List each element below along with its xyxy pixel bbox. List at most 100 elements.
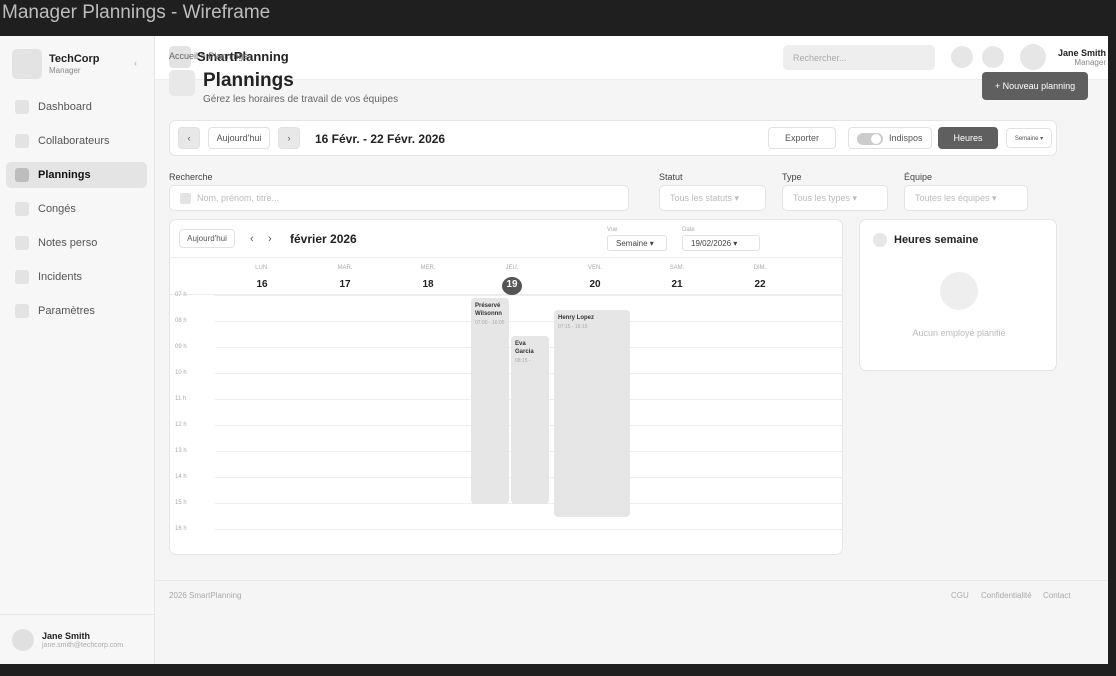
calendar-today-button[interactable]: Aujourd'hui bbox=[179, 229, 235, 248]
hour-label: 13 h bbox=[175, 448, 187, 454]
dashboard-icon bbox=[15, 100, 29, 114]
sidebar-item-label: Paramètres bbox=[38, 305, 95, 317]
calendar-view-select[interactable]: Semaine ▾ bbox=[607, 235, 667, 251]
window-title: Manager Plannings - Wireframe bbox=[0, 0, 1116, 36]
hour-label: 08 h bbox=[175, 318, 187, 324]
indispos-toggle[interactable]: Indispos bbox=[848, 127, 932, 149]
vacation-icon bbox=[15, 202, 29, 216]
sidebar-item-collaborateurs[interactable]: Collaborateurs bbox=[6, 128, 147, 154]
type-label: Type bbox=[782, 172, 802, 182]
empty-state-icon bbox=[940, 272, 978, 310]
sidebar-item-parametres[interactable]: Paramètres bbox=[6, 298, 147, 324]
view-select[interactable]: Semaine ▾ bbox=[1006, 128, 1052, 148]
collapse-sidebar-icon[interactable]: ‹ bbox=[134, 58, 137, 68]
hour-label: 11 h bbox=[175, 396, 187, 402]
calendar: Aujourd'hui ‹ › février 2026 Vue Semaine… bbox=[169, 219, 843, 555]
hours-empty-message: Aucun employé planifié bbox=[912, 328, 1006, 338]
search-input[interactable]: Rechercher... bbox=[783, 45, 935, 70]
hour-label: 16 h bbox=[175, 526, 187, 532]
page-subtitle: Gérez les horaires de travail de vos équ… bbox=[203, 94, 399, 105]
weekly-hours-panel: Heures semaine Aucun employé planifié bbox=[859, 219, 1057, 371]
today-button[interactable]: Aujourd'hui bbox=[208, 127, 270, 149]
day-number[interactable]: 20 bbox=[575, 279, 615, 290]
new-planning-button[interactable]: + Nouveau planning bbox=[982, 72, 1088, 100]
date-label: Date bbox=[682, 227, 695, 233]
day-name: SAM. bbox=[669, 265, 685, 271]
prev-week-button[interactable]: ‹ bbox=[178, 127, 200, 149]
sidebar: TechCorp Manager ‹ Dashboard Collaborate… bbox=[0, 36, 155, 664]
sidebar-item-label: Collaborateurs bbox=[38, 135, 110, 147]
hour-row: 15 h bbox=[170, 500, 842, 529]
avatar[interactable] bbox=[1020, 44, 1046, 70]
search-icon bbox=[180, 192, 191, 204]
team-select[interactable]: Toutes les équipes ▾ bbox=[904, 185, 1028, 211]
next-week-button[interactable]: › bbox=[278, 127, 300, 149]
sidebar-item-incidents[interactable]: Incidents bbox=[6, 264, 147, 290]
day-number[interactable]: 17 bbox=[325, 279, 365, 290]
day-number[interactable]: 22 bbox=[740, 279, 780, 290]
footer-link-cgu[interactable]: CGU bbox=[951, 591, 969, 600]
hour-label: 14 h bbox=[175, 474, 187, 480]
topbar-user-name: Jane Smith bbox=[1057, 48, 1106, 58]
calendar-date-select[interactable]: 19/02/2026 ▾ bbox=[682, 235, 760, 251]
incident-icon bbox=[15, 270, 29, 284]
sidebar-item-label: Notes perso bbox=[38, 237, 98, 249]
day-number[interactable]: 16 bbox=[242, 279, 282, 290]
shift-employee: Eva Garcia bbox=[515, 341, 534, 355]
filter-search-input[interactable]: Nom, prénom, titre... bbox=[169, 185, 629, 211]
day-name: MAR. bbox=[337, 265, 353, 271]
type-select[interactable]: Tous les types ▾ bbox=[782, 185, 888, 211]
hours-button[interactable]: Heures bbox=[938, 127, 998, 149]
toggle-switch-icon bbox=[857, 133, 883, 145]
page-icon bbox=[169, 70, 195, 96]
planning-toolbar: ‹ Aujourd'hui › 16 Févr. - 22 Févr. 2026… bbox=[169, 120, 1057, 156]
sidebar-item-notes[interactable]: Notes perso bbox=[6, 230, 147, 256]
search-label: Recherche bbox=[169, 172, 213, 182]
week-range: 16 Févr. - 22 Févr. 2026 bbox=[315, 132, 446, 146]
sidebar-nav: Dashboard Collaborateurs Plannings Congé… bbox=[6, 94, 147, 332]
calendar-icon bbox=[15, 168, 29, 182]
shift-event[interactable]: Préservé Wilsonnn 07:00 - 16:00 bbox=[471, 298, 509, 504]
day-number[interactable]: 21 bbox=[657, 279, 697, 290]
sidebar-item-plannings[interactable]: Plannings bbox=[6, 162, 147, 188]
notification-icon[interactable] bbox=[951, 46, 973, 68]
hour-row: 16 h bbox=[170, 526, 842, 554]
brand: TechCorp Manager bbox=[12, 48, 152, 80]
hours-panel-title: Heures semaine bbox=[894, 234, 979, 246]
help-icon[interactable] bbox=[982, 46, 1004, 68]
clock-icon bbox=[873, 233, 887, 247]
shift-time: 07:00 - 16:00 bbox=[475, 320, 505, 326]
shift-time: 07:15 - 16:15 bbox=[558, 324, 588, 330]
footer-link-privacy[interactable]: Confidentialité bbox=[981, 591, 1032, 600]
sidebar-item-label: Dashboard bbox=[38, 101, 92, 113]
sidebar-item-conges[interactable]: Congés bbox=[6, 196, 147, 222]
day-name: JEU. bbox=[505, 265, 519, 271]
sidebar-item-dashboard[interactable]: Dashboard bbox=[6, 94, 147, 120]
day-number[interactable]: 18 bbox=[408, 279, 448, 290]
day-name: MER. bbox=[420, 265, 436, 271]
topbar-user[interactable]: Jane Smith Manager bbox=[1048, 48, 1106, 67]
company-name: TechCorp bbox=[49, 53, 100, 65]
shift-event[interactable]: Henry Lopez 07:15 - 16:15 bbox=[554, 310, 630, 517]
notes-icon bbox=[15, 236, 29, 250]
status-select[interactable]: Tous les statuts ▾ bbox=[659, 185, 766, 211]
shift-employee: Préservé Wilsonnn bbox=[475, 303, 502, 317]
footer-copyright: 2026 SmartPlanning bbox=[169, 591, 242, 600]
day-name: VEN. bbox=[587, 265, 602, 271]
day-number[interactable]: 19 bbox=[492, 279, 532, 290]
export-button[interactable]: Exporter bbox=[768, 127, 836, 149]
team-label: Équipe bbox=[904, 172, 933, 182]
shift-event[interactable]: Eva Garcia 08:15 - bbox=[511, 336, 549, 504]
sidebar-user-email: jane.smith@techcorp.com bbox=[42, 641, 124, 649]
day-name: LUN. bbox=[255, 265, 269, 271]
sidebar-item-label: Congés bbox=[38, 203, 76, 215]
shift-employee: Henry Lopez bbox=[558, 315, 595, 321]
footer-link-contact[interactable]: Contact bbox=[1043, 591, 1071, 600]
breadcrumb: Accueil > Plannings bbox=[169, 51, 248, 61]
calendar-next-icon[interactable]: › bbox=[268, 233, 272, 245]
calendar-month: février 2026 bbox=[290, 232, 357, 246]
calendar-prev-icon[interactable]: ‹ bbox=[250, 233, 254, 245]
topbar: SmartPlanning Rechercher... Jane Smith M… bbox=[155, 36, 1108, 80]
sidebar-user[interactable]: Jane Smith jane.smith@techcorp.com bbox=[0, 614, 155, 664]
avatar bbox=[12, 628, 34, 651]
